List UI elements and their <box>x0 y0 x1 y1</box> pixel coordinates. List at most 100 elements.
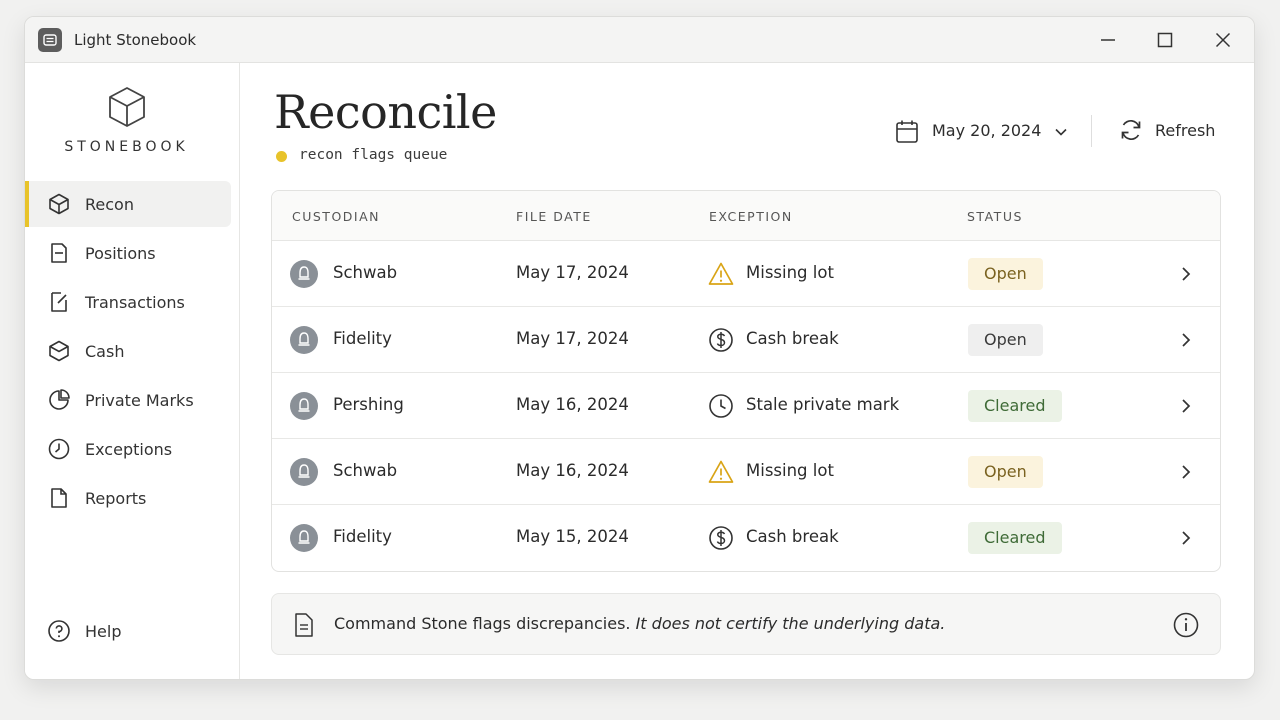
sidebar-item-label: Transactions <box>85 293 185 312</box>
date-value: May 20, 2024 <box>932 121 1042 140</box>
app-window: Light Stonebook STONEBOOK Recon Position… <box>24 16 1255 680</box>
info-icon[interactable] <box>1172 611 1200 639</box>
custodian-name: Fidelity <box>333 527 392 546</box>
table-row[interactable]: Fidelity May 17, 2024 Cash break Open <box>272 307 1220 373</box>
refresh-button[interactable]: Refresh <box>1118 117 1215 147</box>
custodian-name: Pershing <box>333 395 404 414</box>
pie-chart-icon <box>49 389 70 410</box>
cube-logo-icon <box>109 87 145 127</box>
status-badge: Cleared <box>968 522 1062 554</box>
sidebar: STONEBOOK Recon Positions Transactions C… <box>25 63 240 679</box>
file-date: May 15, 2024 <box>516 527 629 546</box>
app-logo-icon <box>38 28 62 52</box>
recon-table: CUSTODIAN FILE DATE EXCEPTION STATUS Sch… <box>271 190 1221 572</box>
disclaimer-emphasis: It does not certify the underlying data. <box>635 614 946 633</box>
exception-type: Cash break <box>746 329 839 348</box>
sidebar-item-recon[interactable]: Recon <box>25 181 231 227</box>
dollar-icon <box>709 328 733 352</box>
disclaimer-main: Command Stone flags discrepancies. <box>334 614 631 633</box>
page-title: Reconcile <box>274 85 497 139</box>
table-row[interactable]: Schwab May 17, 2024 Missing lot Open <box>272 241 1220 307</box>
chevron-right-icon[interactable] <box>1176 528 1196 548</box>
custodian-icon <box>290 326 318 354</box>
chevron-right-icon[interactable] <box>1176 264 1196 284</box>
column-header: EXCEPTION <box>709 209 793 224</box>
title-bar: Light Stonebook <box>25 17 1254 63</box>
sidebar-item-label: Recon <box>85 195 134 214</box>
page-subtitle: recon flags queue <box>299 147 448 163</box>
table-row[interactable]: Fidelity May 15, 2024 Cash break Cleared <box>272 505 1220 571</box>
refresh-label: Refresh <box>1155 121 1216 140</box>
file-date: May 16, 2024 <box>516 395 629 414</box>
sidebar-item-label: Positions <box>85 244 156 263</box>
document-icon <box>295 613 313 637</box>
status-badge: Open <box>968 456 1043 488</box>
sidebar-item-positions[interactable]: Positions <box>25 230 231 276</box>
exception-type: Stale private mark <box>746 395 900 414</box>
file-icon <box>51 488 67 508</box>
custodian-icon <box>290 260 318 288</box>
custodian-name: Schwab <box>333 263 398 282</box>
edit-document-icon <box>51 292 67 312</box>
minimize-button[interactable] <box>1091 25 1125 55</box>
column-header: STATUS <box>967 209 1023 224</box>
wallet-icon <box>49 340 69 362</box>
dollar-icon <box>709 526 733 550</box>
chevron-right-icon[interactable] <box>1176 396 1196 416</box>
clock-icon <box>48 438 70 460</box>
column-header: FILE DATE <box>516 209 592 224</box>
custodian-name: Fidelity <box>333 329 392 348</box>
file-date: May 16, 2024 <box>516 461 629 480</box>
sidebar-item-cash[interactable]: Cash <box>25 328 231 374</box>
exception-type: Missing lot <box>746 461 834 480</box>
chevron-down-icon <box>1055 128 1067 136</box>
help-button[interactable]: Help <box>25 608 231 654</box>
file-date: May 17, 2024 <box>516 329 629 348</box>
window-title: Light Stonebook <box>74 31 197 49</box>
sidebar-item-transactions[interactable]: Transactions <box>25 279 231 325</box>
status-badge: Open <box>968 324 1043 356</box>
table-header: CUSTODIAN FILE DATE EXCEPTION STATUS <box>272 191 1220 241</box>
header-divider <box>1091 115 1092 147</box>
warning-icon <box>708 460 734 483</box>
chevron-right-icon[interactable] <box>1176 462 1196 482</box>
file-date: May 17, 2024 <box>516 263 629 282</box>
close-button[interactable] <box>1206 25 1240 55</box>
custodian-icon <box>290 524 318 552</box>
sidebar-item-label: Reports <box>85 489 147 508</box>
warning-icon <box>708 262 734 285</box>
clock-icon <box>709 394 733 418</box>
refresh-icon <box>1121 119 1141 141</box>
maximize-icon <box>1157 32 1173 48</box>
sidebar-item-label: Exceptions <box>85 440 173 459</box>
table-row[interactable]: Schwab May 16, 2024 Missing lot Open <box>272 439 1220 505</box>
help-icon <box>48 620 70 642</box>
sidebar-item-reports[interactable]: Reports <box>25 475 231 521</box>
exception-type: Missing lot <box>746 263 834 282</box>
minimize-icon <box>1101 39 1115 41</box>
sidebar-item-exceptions[interactable]: Exceptions <box>25 426 231 472</box>
disclaimer-text: Command Stone flags discrepancies. It do… <box>334 614 945 633</box>
status-badge: Open <box>968 258 1043 290</box>
status-badge: Cleared <box>968 390 1062 422</box>
help-label: Help <box>85 622 122 641</box>
custodian-name: Schwab <box>333 461 398 480</box>
disclaimer-banner: Command Stone flags discrepancies. It do… <box>271 593 1221 655</box>
calendar-icon <box>896 120 918 143</box>
logo-text: STONEBOOK <box>64 139 189 155</box>
sidebar-item-label: Private Marks <box>85 391 194 410</box>
custodian-icon <box>290 392 318 420</box>
custodian-icon <box>290 458 318 486</box>
sidebar-item-label: Cash <box>85 342 125 361</box>
chevron-right-icon[interactable] <box>1176 330 1196 350</box>
status-dot <box>276 151 287 162</box>
sidebar-item-private-marks[interactable]: Private Marks <box>25 377 231 423</box>
cube-icon <box>49 193 69 215</box>
exception-type: Cash break <box>746 527 839 546</box>
close-icon <box>1215 32 1231 48</box>
date-picker[interactable]: May 20, 2024 <box>895 117 1067 147</box>
document-icon <box>51 243 67 263</box>
table-row[interactable]: Pershing May 16, 2024 Stale private mark… <box>272 373 1220 439</box>
column-header: CUSTODIAN <box>292 209 380 224</box>
maximize-button[interactable] <box>1148 25 1182 55</box>
